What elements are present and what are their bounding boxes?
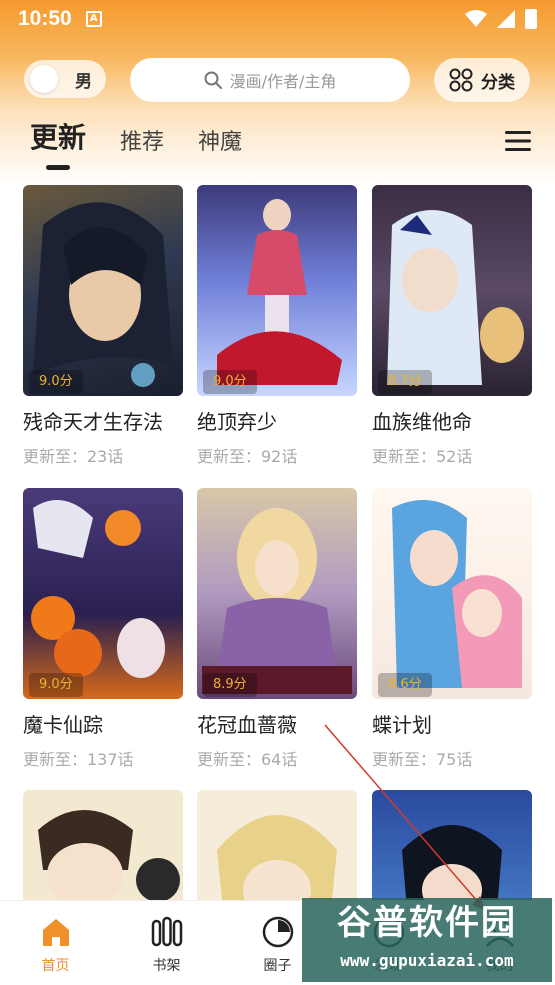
cover-art [202,508,352,694]
rating-badge: 9.0分 [29,370,83,394]
comic-cover: 9.0分 [23,185,183,396]
nav-bookshelf[interactable]: 书架 [111,901,222,985]
cover-art [402,825,502,900]
comic-card[interactable]: 9.0分 绝顶弃少 更新至：92话 [197,185,357,467]
rating-badge: 9.0分 [29,673,83,697]
comic-update: 更新至：23话 [23,447,124,466]
comic-card[interactable]: 8.6分 蝶计划 更新至：75话 [372,488,532,770]
comic-cover: 9.0分 [23,488,183,699]
bookshelf-icon [151,916,182,947]
category-grid-icon [449,68,473,92]
cover-art [392,500,522,688]
nav-label: 书架 [152,958,181,974]
comic-cover: 8.9分 [197,488,357,699]
search-input[interactable]: 漫画/作者/主角 [130,58,410,102]
tab-recommended[interactable]: 推荐 [120,124,164,168]
cover-art [31,500,165,678]
comic-update: 更新至：64话 [197,750,298,769]
gender-toggle[interactable]: 男 [24,60,106,98]
notification-icon: A [85,11,102,27]
search-placeholder: 漫画/作者/主角 [229,72,337,91]
comic-cover [23,790,183,900]
wifi-icon [465,10,487,27]
status-time: 10:50 [18,7,72,30]
signal-icon [497,10,515,28]
comic-card[interactable]: 8.7分 血族维他命 更新至：52话 [372,185,532,467]
comic-cover [372,790,532,900]
nav-label: 圈子 [263,958,292,974]
rating-badge: 8.9分 [203,673,257,697]
comic-card[interactable] [197,790,357,900]
comic-title: 魔卡仙踪 [23,713,103,737]
circle-icon [262,916,293,948]
comic-update: 更新至：137话 [23,750,134,769]
menu-icon[interactable] [505,130,531,152]
comic-cover: 9.0分 [197,185,357,396]
search-icon [204,71,222,89]
category-button[interactable]: 分类 [434,58,530,102]
nav-label: 首页 [41,958,70,974]
tab-bar: 更新 推荐 神魔 [30,116,242,170]
comic-update: 更新至：52话 [372,447,473,466]
cover-art [217,199,342,385]
battery-icon [525,9,537,29]
cover-art [217,815,337,900]
status-bar: 10:50 A [0,0,555,38]
comic-title: 蝶计划 [372,713,432,737]
comic-grid: 9.0分 残命天才生存法 更新至：23话 9.0分 绝顶弃少 更新至：92话 8… [0,185,555,900]
tab-fantasy[interactable]: 神魔 [198,124,242,168]
comic-card[interactable]: 8.9分 花冠血蔷薇 更新至：64话 [197,488,357,770]
cover-art [387,210,524,385]
watermark: 谷普软件园 www.gupuxiazai.com [302,898,552,982]
comic-title: 绝顶弃少 [197,410,277,434]
comic-cover [197,790,357,900]
toggle-knob [30,65,58,93]
watermark-sub: www.gupuxiazai.com [340,951,514,970]
rating-badge: 8.6分 [378,673,432,697]
tab-updates[interactable]: 更新 [30,116,86,170]
home-icon [42,919,69,946]
cover-art [38,810,180,900]
rating-badge: 9.0分 [203,370,257,394]
comic-card[interactable] [372,790,532,900]
category-label: 分类 [481,72,515,93]
comic-card[interactable]: 9.0分 魔卡仙踪 更新至：137话 [23,488,183,770]
comic-title: 血族维他命 [372,410,472,434]
comic-update: 更新至：92话 [197,447,298,466]
nav-home[interactable]: 首页 [0,901,111,985]
comic-title: 残命天才生存法 [23,410,163,434]
comic-title: 花冠血蔷薇 [197,713,297,737]
cover-art [33,202,173,387]
comic-cover: 8.6分 [372,488,532,699]
comic-card[interactable] [23,790,183,900]
comic-update: 更新至：75话 [372,750,473,769]
watermark-main: 谷普软件园 [337,903,517,943]
rating-badge: 8.7分 [378,370,432,394]
gender-label: 男 [75,71,92,92]
comic-card[interactable]: 9.0分 残命天才生存法 更新至：23话 [23,185,183,467]
comic-cover: 8.7分 [372,185,532,396]
